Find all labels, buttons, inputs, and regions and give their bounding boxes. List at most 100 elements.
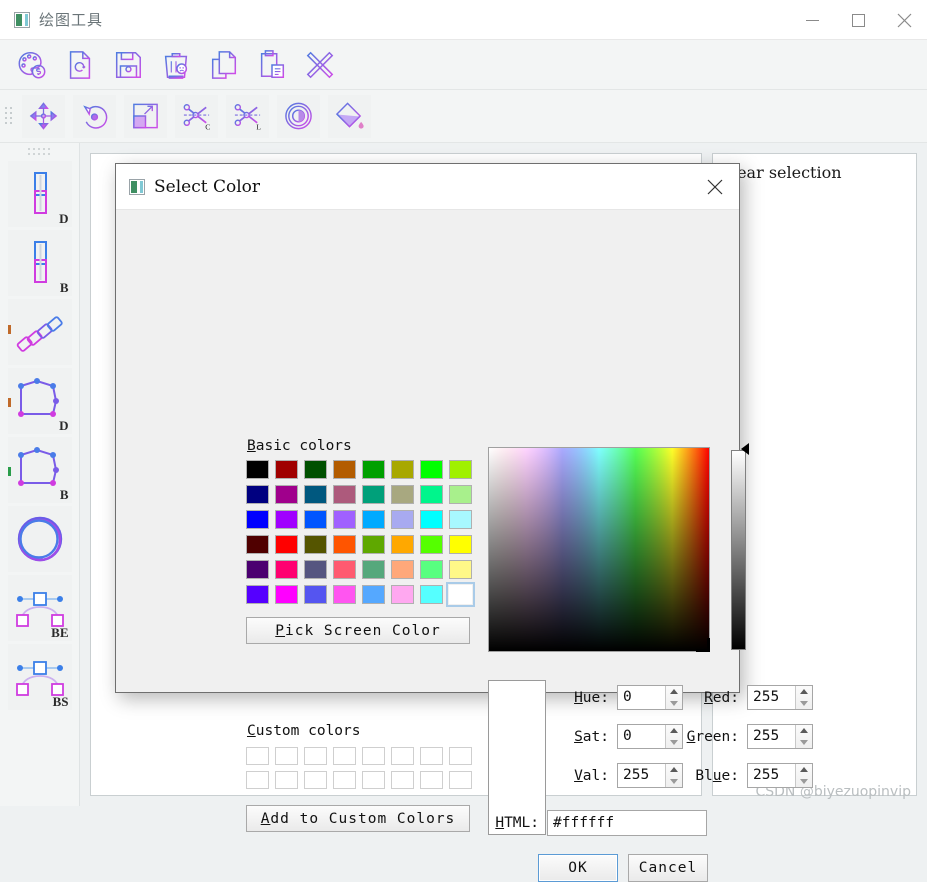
red-decrement-button[interactable] bbox=[796, 698, 812, 710]
basic-color-swatch[interactable] bbox=[275, 535, 298, 554]
basic-color-swatch[interactable] bbox=[275, 560, 298, 579]
basic-color-swatch[interactable] bbox=[391, 510, 414, 529]
custom-color-swatch[interactable] bbox=[420, 747, 443, 765]
val-spinbox[interactable]: 255 bbox=[617, 763, 683, 788]
green-spin-buttons[interactable] bbox=[795, 725, 812, 748]
close-button[interactable] bbox=[881, 0, 927, 40]
basic-color-swatch[interactable] bbox=[420, 585, 443, 604]
custom-color-swatch[interactable] bbox=[246, 747, 269, 765]
basic-color-swatch[interactable] bbox=[333, 460, 356, 479]
fill-bucket-button[interactable] bbox=[328, 94, 371, 138]
basic-color-swatch[interactable] bbox=[304, 460, 327, 479]
blue-spinbox[interactable]: 255 bbox=[747, 763, 813, 788]
basic-color-swatch[interactable] bbox=[362, 460, 385, 479]
scale-button[interactable] bbox=[124, 94, 167, 138]
sidebar-item-polygon-d[interactable]: D bbox=[7, 368, 72, 434]
basic-color-swatch[interactable] bbox=[446, 582, 475, 607]
basic-color-swatch[interactable] bbox=[246, 535, 269, 554]
dialog-close-button[interactable] bbox=[691, 164, 739, 210]
hue-decrement-button[interactable] bbox=[666, 698, 682, 710]
cancel-button[interactable]: Cancel bbox=[628, 854, 708, 882]
ok-button[interactable]: OK bbox=[538, 854, 618, 882]
basic-color-swatch[interactable] bbox=[333, 485, 356, 504]
basic-color-swatch[interactable] bbox=[304, 560, 327, 579]
basic-color-swatch[interactable] bbox=[333, 535, 356, 554]
sidebar-item-line-b[interactable]: B bbox=[7, 230, 72, 296]
value-slider-handle-icon[interactable] bbox=[741, 443, 749, 455]
basic-color-swatch[interactable] bbox=[275, 510, 298, 529]
red-increment-button[interactable] bbox=[796, 686, 812, 698]
close-cross-button[interactable] bbox=[298, 43, 342, 87]
custom-color-swatch[interactable] bbox=[449, 771, 472, 789]
toolbar-grip[interactable] bbox=[4, 103, 14, 129]
basic-color-swatch[interactable] bbox=[449, 510, 472, 529]
sidebar-item-line-d[interactable]: D bbox=[7, 161, 72, 227]
basic-color-swatch[interactable] bbox=[391, 560, 414, 579]
val-decrement-button[interactable] bbox=[666, 776, 682, 788]
basic-color-swatch[interactable] bbox=[333, 560, 356, 579]
basic-color-swatch[interactable] bbox=[246, 585, 269, 604]
basic-color-swatch[interactable] bbox=[362, 560, 385, 579]
new-document-button[interactable] bbox=[58, 43, 102, 87]
val-spin-buttons[interactable] bbox=[665, 764, 682, 787]
blue-decrement-button[interactable] bbox=[796, 776, 812, 788]
basic-color-swatch[interactable] bbox=[246, 460, 269, 479]
custom-color-swatch[interactable] bbox=[362, 747, 385, 765]
blue-increment-button[interactable] bbox=[796, 764, 812, 776]
copy-button[interactable] bbox=[202, 43, 246, 87]
custom-color-swatch[interactable] bbox=[246, 771, 269, 789]
hue-spinbox[interactable]: 0 bbox=[617, 685, 683, 710]
green-increment-button[interactable] bbox=[796, 725, 812, 737]
html-color-input[interactable] bbox=[547, 810, 707, 836]
saturation-value-square[interactable] bbox=[488, 447, 710, 652]
ring-button[interactable] bbox=[277, 94, 320, 138]
basic-color-swatch[interactable] bbox=[333, 585, 356, 604]
delete-button[interactable] bbox=[154, 43, 198, 87]
value-slider[interactable] bbox=[731, 450, 746, 650]
hue-spin-buttons[interactable] bbox=[665, 686, 682, 709]
sidebar-item-bspline-bs[interactable]: BS bbox=[7, 644, 72, 710]
rotate-button[interactable] bbox=[73, 94, 116, 138]
basic-color-swatch[interactable] bbox=[304, 585, 327, 604]
move-button[interactable] bbox=[22, 94, 65, 138]
sat-spinbox[interactable]: 0 bbox=[617, 724, 683, 749]
cut-l-button[interactable]: L bbox=[226, 94, 269, 138]
cut-c-button[interactable]: C bbox=[175, 94, 218, 138]
custom-color-swatch[interactable] bbox=[304, 747, 327, 765]
red-spin-buttons[interactable] bbox=[795, 686, 812, 709]
custom-color-swatch[interactable] bbox=[449, 747, 472, 765]
color-palette-button[interactable] bbox=[10, 43, 54, 87]
basic-color-swatch[interactable] bbox=[362, 585, 385, 604]
basic-color-swatch[interactable] bbox=[304, 485, 327, 504]
basic-color-swatch[interactable] bbox=[362, 510, 385, 529]
custom-color-swatch[interactable] bbox=[304, 771, 327, 789]
basic-color-swatch[interactable] bbox=[391, 460, 414, 479]
basic-color-swatch[interactable] bbox=[449, 560, 472, 579]
basic-color-swatch[interactable] bbox=[275, 585, 298, 604]
sat-increment-button[interactable] bbox=[666, 725, 682, 737]
custom-color-swatch[interactable] bbox=[333, 747, 356, 765]
basic-color-swatch[interactable] bbox=[449, 485, 472, 504]
sat-decrement-button[interactable] bbox=[666, 737, 682, 749]
basic-color-swatch[interactable] bbox=[449, 460, 472, 479]
custom-color-swatch[interactable] bbox=[275, 747, 298, 765]
basic-color-swatch[interactable] bbox=[449, 535, 472, 554]
paste-button[interactable] bbox=[250, 43, 294, 87]
save-button[interactable] bbox=[106, 43, 150, 87]
basic-color-swatch[interactable] bbox=[362, 485, 385, 504]
hue-increment-button[interactable] bbox=[666, 686, 682, 698]
basic-color-swatch[interactable] bbox=[304, 510, 327, 529]
basic-color-swatch[interactable] bbox=[246, 510, 269, 529]
basic-color-swatch[interactable] bbox=[391, 535, 414, 554]
basic-color-swatch[interactable] bbox=[246, 560, 269, 579]
custom-color-swatch[interactable] bbox=[420, 771, 443, 789]
sidebar-item-polygon-b[interactable]: B bbox=[7, 437, 72, 503]
custom-color-swatch[interactable] bbox=[391, 771, 414, 789]
basic-color-swatch[interactable] bbox=[391, 585, 414, 604]
sat-spin-buttons[interactable] bbox=[665, 725, 682, 748]
add-to-custom-colors-button[interactable]: Add to Custom Colors bbox=[246, 805, 470, 832]
val-increment-button[interactable] bbox=[666, 764, 682, 776]
red-spinbox[interactable]: 255 bbox=[747, 685, 813, 710]
sidebar-item-circle[interactable] bbox=[7, 506, 72, 572]
basic-color-swatch[interactable] bbox=[275, 460, 298, 479]
